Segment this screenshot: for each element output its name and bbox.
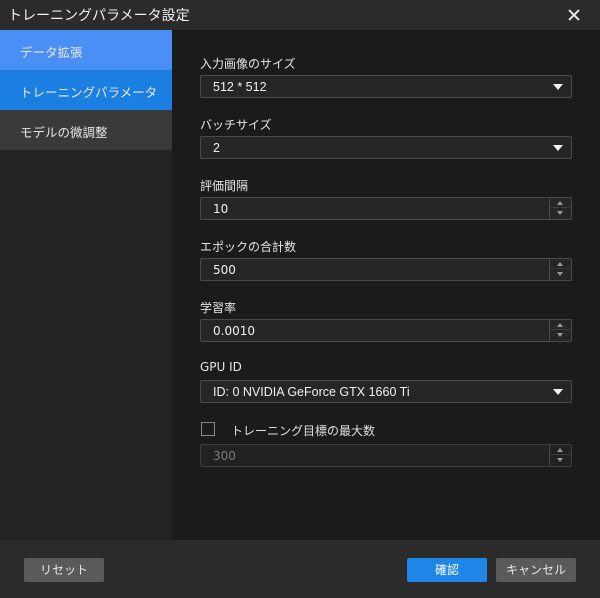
epochs-input[interactable]: 500 — [200, 258, 572, 281]
spin-down-icon[interactable] — [550, 330, 571, 340]
input-size-select[interactable]: 512 * 512 — [200, 75, 572, 98]
batch-size-value: 2 — [213, 141, 220, 155]
learning-rate-spinner — [549, 320, 571, 341]
reset-button[interactable]: リセット — [24, 558, 104, 582]
max-target-spinner — [549, 445, 571, 466]
gpu-value: ID: 0 NVIDIA GeForce GTX 1660 Ti — [213, 385, 410, 399]
dialog-title: トレーニングパラメータ設定 — [8, 8, 190, 24]
spin-up-icon[interactable] — [550, 320, 571, 330]
input-size-label: 入力画像のサイズ — [200, 57, 296, 71]
eval-interval-input[interactable]: 10 — [200, 197, 572, 220]
spin-up-icon[interactable] — [550, 259, 571, 269]
spin-down-icon[interactable] — [550, 269, 571, 279]
close-icon[interactable] — [564, 5, 584, 25]
cancel-button[interactable]: キャンセル — [496, 558, 576, 582]
gpu-label: GPU ID — [200, 360, 242, 374]
learning-rate-label: 学習率 — [200, 301, 237, 315]
batch-size-label: バッチサイズ — [200, 118, 272, 132]
dialog-footer: リセット 確認 キャンセル — [0, 540, 600, 598]
confirm-button[interactable]: 確認 — [407, 558, 487, 582]
max-target-value: 300 — [213, 449, 236, 463]
sidebar-item-model-fine-tuning[interactable]: モデルの微調整 — [0, 110, 172, 150]
max-target-label: トレーニング目標の最大数 — [231, 424, 376, 438]
eval-interval-spinner — [549, 198, 571, 219]
chevron-down-icon — [553, 84, 563, 90]
sidebar-item-data-augmentation[interactable]: データ拡張 — [0, 30, 172, 70]
learning-rate-value: 0.0010 — [213, 324, 255, 338]
spin-up-icon[interactable] — [550, 198, 571, 208]
epochs-value: 500 — [213, 263, 236, 277]
gpu-select[interactable]: ID: 0 NVIDIA GeForce GTX 1660 Ti — [200, 380, 572, 403]
title-bar: トレーニングパラメータ設定 — [0, 0, 600, 30]
max-target-input[interactable]: 300 — [200, 444, 572, 467]
spin-up-icon[interactable] — [550, 445, 571, 455]
eval-interval-label: 評価間隔 — [200, 179, 249, 193]
max-target-checkbox[interactable] — [201, 422, 215, 436]
batch-size-select[interactable]: 2 — [200, 136, 572, 159]
input-size-value: 512 * 512 — [213, 80, 267, 94]
chevron-down-icon — [553, 145, 563, 151]
eval-interval-value: 10 — [213, 202, 229, 216]
spin-down-icon[interactable] — [550, 208, 571, 218]
spin-down-icon[interactable] — [550, 455, 571, 465]
epochs-label: エポックの合計数 — [200, 240, 297, 254]
sidebar-item-training-parameters[interactable]: トレーニングパラメータ — [0, 70, 172, 110]
chevron-down-icon — [553, 389, 563, 395]
sidebar: データ拡張 トレーニングパラメータ モデルの微調整 — [0, 30, 172, 540]
learning-rate-input[interactable]: 0.0010 — [200, 319, 572, 342]
epochs-spinner — [549, 259, 571, 280]
settings-panel: 入力画像のサイズ 512 * 512 バッチサイズ 2 評価間隔 10 エポック… — [172, 30, 600, 540]
